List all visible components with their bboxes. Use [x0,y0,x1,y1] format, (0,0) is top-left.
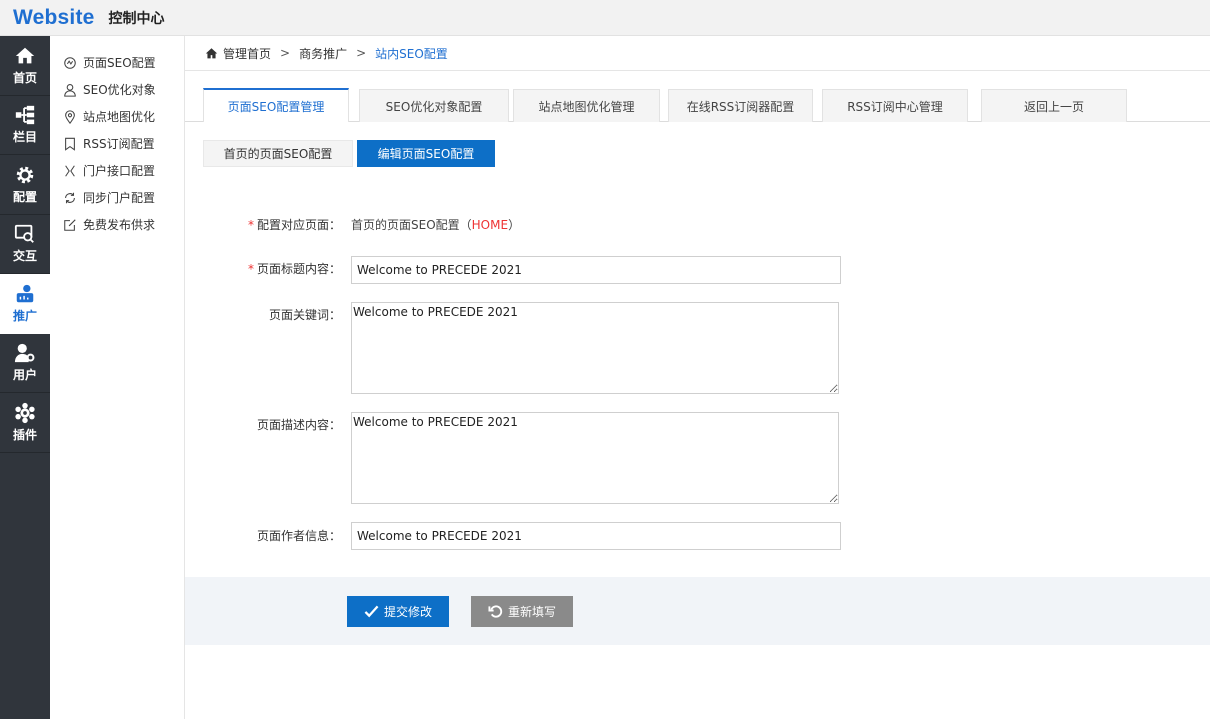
submenu-label: 页面SEO配置 [83,56,156,70]
page-description-textarea[interactable]: Welcome to PRECEDE 2021 [351,412,839,504]
page-label: * 配置对应页面： [181,216,341,233]
nav-label-interaction: 交互 [12,249,37,264]
logo[interactable]: Website [13,6,95,30]
tab-rss-center[interactable]: RSS订阅中心管理 [822,89,968,122]
checkmark-icon [364,605,379,618]
tab-go-back[interactable]: 返回上一页 [981,89,1127,122]
submenu-label: RSS订阅配置 [83,137,155,151]
submenu-label: 门户接口配置 [83,164,156,178]
submenu-item-page-seo[interactable]: 页面SEO配置 [50,49,184,76]
tab-sitemap-manage[interactable]: 站点地图优化管理 [513,89,660,122]
tab-page-seo-manage[interactable]: 页面SEO配置管理 [203,88,349,122]
reset-label: 重新填写 [507,605,556,619]
interaction-icon [14,225,34,244]
submenu-label: 同步门户配置 [83,191,156,205]
keywords-label: 页面关键词： [268,308,341,322]
submenu-item-rss[interactable]: RSS订阅配置 [50,130,184,157]
page-code: HOME [471,218,509,232]
submenu-label: 免费发布供求 [83,218,156,232]
home-icon [15,47,35,64]
top-bar: Website 控制中心 [0,0,1210,36]
submenu-item-portal-api[interactable]: 门户接口配置 [50,157,184,184]
nav-label-config: 配置 [12,189,37,204]
submenu-item-free-publish[interactable]: 免费发布供求 [50,211,184,238]
bookmark-icon [65,137,75,151]
plugin-icon [15,402,35,423]
submenu-item-sitemap[interactable]: 站点地图优化 [50,103,184,130]
page-author-input[interactable] [351,522,841,550]
link-icon [65,164,75,177]
tab-seo-objects[interactable]: SEO优化对象配置 [359,89,509,122]
breadcrumb-home[interactable]: 管理首页 [223,45,271,62]
page-value-close: ） [508,218,521,232]
promotion-icon [16,284,34,302]
button-bar [185,577,1210,645]
undo-icon [488,605,503,618]
breadcrumb: 管理首页 > 商务推广 > 站内SEO配置 [185,36,1210,71]
page-keywords-textarea[interactable]: Welcome to PRECEDE 2021 [351,302,839,394]
submit-button[interactable]: 提交修改 [347,596,449,627]
nav-label-users: 用户 [12,368,37,383]
submenu-label: 站点地图优化 [83,110,156,124]
breadcrumb-separator: > [356,46,367,60]
gear-icon [16,166,34,183]
app-title: 控制中心 [108,10,165,27]
user-gear-icon [14,344,35,363]
nav-item-config[interactable]: 配置 [0,155,50,215]
desc-label: 页面描述内容： [256,418,341,432]
sync-icon [65,192,75,203]
nav-item-interaction[interactable]: 交互 [0,215,50,274]
seo-icon [64,56,76,69]
title-label-text: 页面标题内容： [256,262,341,276]
left-nav: 首页 栏目 配置 交互 推广 用户 插件 [0,36,50,719]
submit-label: 提交修改 [383,605,432,619]
page-label-text: 配置对应页面： [256,218,341,232]
user-icon [64,83,76,97]
required-mark: * [247,262,254,276]
nav-label-home: 首页 [12,70,37,85]
page-value-text: 首页的页面SEO配置（ [351,218,472,232]
submenu-item-seo-objects[interactable]: SEO优化对象 [50,76,184,103]
nav-label-promotion: 推广 [12,308,37,323]
nav-label-plugins: 插件 [12,427,37,442]
home-icon [205,47,218,58]
title-label: * 页面标题内容： [181,260,341,277]
page-title-input[interactable] [351,256,841,284]
nav-item-promotion[interactable]: 推广 [0,274,50,334]
nav-item-users[interactable]: 用户 [0,334,50,393]
submenu-item-sync-portal[interactable]: 同步门户配置 [50,184,184,211]
subtab-edit-seo[interactable]: 编辑页面SEO配置 [357,140,495,167]
submenu-label: SEO优化对象 [83,83,156,97]
breadcrumb-level1[interactable]: 商务推广 [299,45,347,62]
nav-item-home[interactable]: 首页 [0,36,50,96]
location-pin-icon [65,109,75,124]
tab-rss-reader[interactable]: 在线RSS订阅器配置 [668,89,813,122]
nav-item-columns[interactable]: 栏目 [0,96,50,155]
author-label: 页面作者信息： [256,529,341,543]
breadcrumb-current: 站内SEO配置 [375,46,448,61]
reset-button[interactable]: 重新填写 [471,596,573,627]
breadcrumb-separator: > [280,46,291,60]
subtab-home-seo[interactable]: 首页的页面SEO配置 [203,140,353,167]
nav-label-columns: 栏目 [12,130,37,145]
page-value: 首页的页面SEO配置（HOME） [351,216,520,233]
required-mark: * [247,218,254,232]
nav-item-plugins[interactable]: 插件 [0,393,50,453]
edit-icon [64,218,76,231]
sub-menu: 页面SEO配置 SEO优化对象 站点地图优化 RSS订阅配置 门户接口配置 同步… [50,36,185,719]
sitemap-icon [15,106,35,125]
tab-bar: 页面SEO配置管理 SEO优化对象配置 站点地图优化管理 在线RSS订阅器配置 … [185,88,1210,122]
